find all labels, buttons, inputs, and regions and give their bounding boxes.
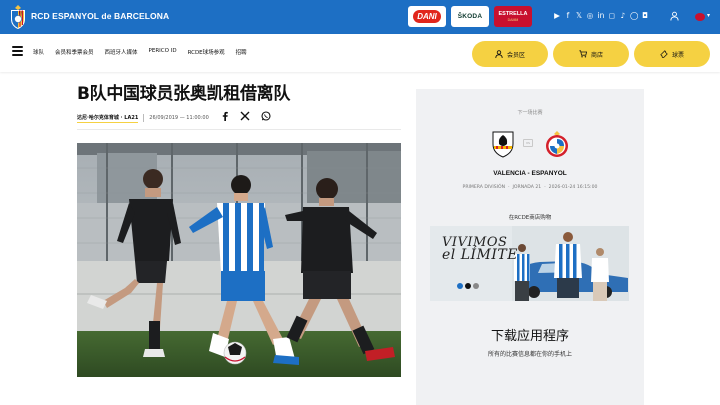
tiktok-icon[interactable]: ♪ <box>619 11 627 20</box>
instagram-icon[interactable]: ◎ <box>586 11 594 20</box>
article-title: B队中国球员张奥凯租借离队 <box>77 84 291 104</box>
nav-link-media[interactable]: 西班牙人媒体 <box>105 48 138 56</box>
sponsor-estrella[interactable]: ESTRELLA DAMM <box>494 6 532 27</box>
club-crest-logo[interactable] <box>8 4 28 30</box>
espanyol-crest-logo[interactable] <box>544 130 570 158</box>
sponsor-dani-label: DANI <box>413 10 441 23</box>
youtube-icon[interactable]: ▶ <box>553 11 561 20</box>
x-icon <box>240 111 250 121</box>
match-meta: PRIMERA DIVISIÓN · JORNADA 21 · 2026-01-24 1… <box>416 185 644 190</box>
shop-label: 商店 <box>590 51 603 59</box>
nav-link-team[interactable]: 球队 <box>33 48 44 56</box>
tickets-label: 球票 <box>671 51 684 59</box>
app-download-title: 下载应用程序 <box>490 329 569 344</box>
user-icon <box>495 50 503 58</box>
valencia-crest-logo[interactable] <box>490 130 516 158</box>
article-byline: 达尼·哈尔克体育城 · LA21 26/09/2019 — 11:00:00 <box>77 113 209 123</box>
member-area-label: 会员区 <box>506 51 525 59</box>
user-account-icon[interactable] <box>670 11 679 21</box>
social-links: ▶ f 𝕏 ◎ in ◻ ♪ ◯ ◘ <box>553 11 649 20</box>
shop-promo-label: 在RCDE商店购物 <box>508 215 552 221</box>
nav-link-jobs[interactable]: 招聘 <box>236 48 247 56</box>
ticket-icon <box>660 50 668 58</box>
match-title[interactable]: VALENCIA - ESPANYOL <box>416 170 644 177</box>
meta-separator: · <box>544 185 546 190</box>
sidebar-panel: 下一场比赛 vs VALENCIA - ESPANYOL PRIMERA DIV… <box>416 89 644 405</box>
whatsapp-icon[interactable]: ◯ <box>630 11 638 20</box>
sponsor-skoda[interactable]: ŠKODA <box>451 6 489 27</box>
cart-icon <box>579 50 587 58</box>
sponsor-dani[interactable]: DANI <box>408 6 446 27</box>
shop-promo-banner[interactable]: VIVIMOS el LÍMITE <box>430 226 629 301</box>
article-divider <box>77 129 401 130</box>
versus-icon: vs <box>523 139 533 147</box>
share-whatsapp-button[interactable] <box>260 109 272 123</box>
discord-icon[interactable]: ◘ <box>641 11 649 20</box>
linkedin-icon[interactable]: in <box>597 11 605 20</box>
share-facebook-button[interactable] <box>219 109 231 123</box>
tickets-button[interactable]: 球票 <box>634 41 710 67</box>
sponsor-estrella-sub: DAMM <box>507 17 519 22</box>
banner-title: VIVIMOS el LÍMITE <box>442 236 518 263</box>
nav-link-perico-id[interactable]: PERICO ID <box>149 48 177 56</box>
next-match-label: 下一场比赛 <box>517 110 543 116</box>
sponsor-skoda-label: ŠKODA <box>457 13 483 20</box>
facebook-icon <box>222 111 228 121</box>
main-nav: 球队 会员和季票会员 西班牙人媒体 PERICO ID RCDE球场参观 招聘 … <box>0 34 720 72</box>
menu-icon[interactable] <box>12 46 23 56</box>
language-flag-icon[interactable] <box>695 13 705 21</box>
app-download-subtitle: 所有的比赛信息都在你的手机上 <box>487 351 572 358</box>
nav-links: 球队 会员和季票会员 西班牙人媒体 PERICO ID RCDE球场参观 招聘 <box>33 48 258 56</box>
match-datetime: 2026-01-24 16:15:00 <box>548 185 598 190</box>
whatsapp-icon <box>261 111 271 121</box>
facebook-icon[interactable]: f <box>564 11 572 20</box>
match-competition: PRIMERA DIVISIÓN <box>462 185 506 190</box>
member-area-button[interactable]: 会员区 <box>472 41 548 67</box>
banner-line-2: el LÍMITE <box>442 247 518 263</box>
nav-link-membership[interactable]: 会员和季票会员 <box>55 48 94 56</box>
article-photo[interactable] <box>77 143 401 377</box>
share-x-button[interactable] <box>239 109 251 123</box>
club-name[interactable]: RCD ESPANYOL de BARCELONA <box>31 11 169 21</box>
chevron-down-icon[interactable]: ▾ <box>707 12 710 19</box>
meta-separator: · <box>508 185 510 190</box>
article-date: 26/09/2019 — 11:00:00 <box>149 115 209 121</box>
x-icon[interactable]: 𝕏 <box>575 11 583 20</box>
article-author[interactable]: 达尼·哈尔克体育城 · LA21 <box>77 114 139 123</box>
byline-divider <box>143 114 145 122</box>
top-bar: RCD ESPANYOL de BARCELONA DANI ŠKODA EST… <box>0 0 720 34</box>
match-round: JORNADA 21 <box>512 185 542 190</box>
twitch-icon[interactable]: ◻ <box>608 11 616 20</box>
nav-link-stadium-tour[interactable]: RCDE球场参观 <box>188 48 225 56</box>
shop-button[interactable]: 商店 <box>553 41 629 67</box>
